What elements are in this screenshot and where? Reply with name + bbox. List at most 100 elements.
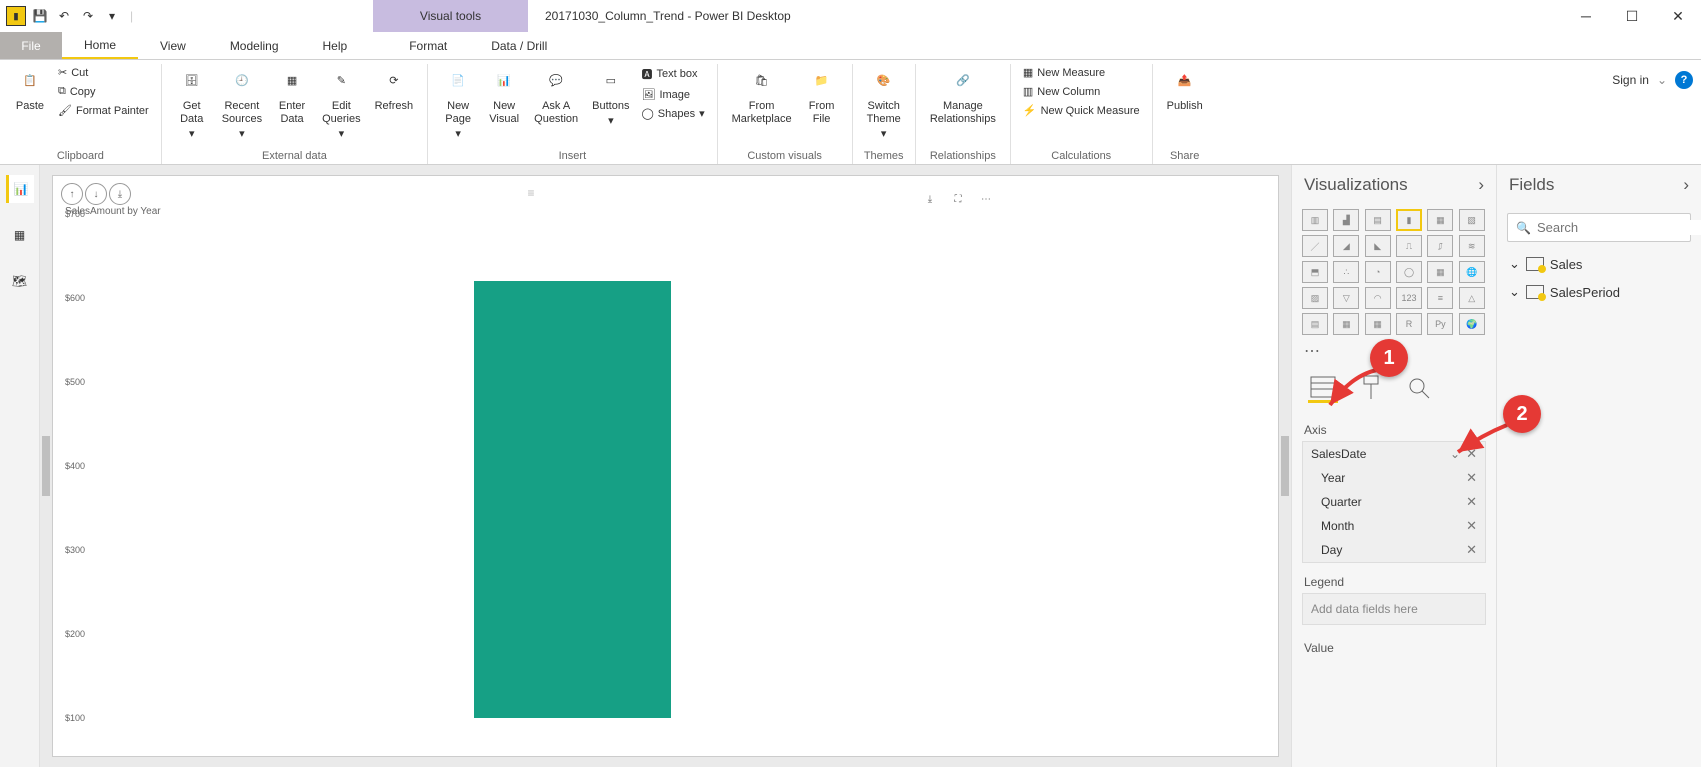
minimize-button[interactable]: ─ <box>1563 0 1609 32</box>
axis-field-day[interactable]: Day✕ <box>1303 538 1485 562</box>
remove-field-icon[interactable]: ✕ <box>1466 494 1477 510</box>
canvas-grip-left[interactable] <box>42 436 50 496</box>
viz-scatter[interactable]: ∴ <box>1333 261 1359 283</box>
viz-gauge[interactable]: ◠ <box>1365 287 1391 309</box>
export-data-icon[interactable]: ⤓ <box>919 188 941 210</box>
tab-data-drill[interactable]: Data / Drill <box>469 32 569 59</box>
viz-clustered-bar[interactable]: ▤ <box>1365 209 1391 231</box>
more-options-icon[interactable]: ⋯ <box>975 188 997 210</box>
undo-icon[interactable]: ↶ <box>54 6 74 26</box>
tab-file[interactable]: File <box>0 32 62 59</box>
expand-icon[interactable]: ⌄ <box>1509 284 1520 300</box>
column-chart-visual[interactable]: ↑ ↓ ⤓ ≡ ⤓ ⛶ ⋯ SalesAmount by Year $700 $… <box>61 182 1001 742</box>
remove-field-icon[interactable]: ✕ <box>1466 542 1477 558</box>
viz-treemap[interactable]: ▦ <box>1427 261 1453 283</box>
viz-stacked-column[interactable]: ▟ <box>1333 209 1359 231</box>
switch-theme-button[interactable]: 🎨Switch Theme▾ <box>861 64 907 144</box>
new-quick-measure-button[interactable]: ⚡New Quick Measure <box>1019 102 1144 119</box>
enter-data-button[interactable]: ▦Enter Data <box>270 64 314 128</box>
viz-filled-map[interactable]: ▨ <box>1302 287 1328 309</box>
tab-home[interactable]: Home <box>62 32 138 59</box>
paste-button[interactable]: 📋 Paste <box>8 64 52 115</box>
field-table-sales[interactable]: ⌄ Sales <box>1497 250 1701 278</box>
viz-matrix[interactable]: ▦ <box>1365 313 1391 335</box>
tab-format[interactable]: Format <box>387 32 469 59</box>
copy-button[interactable]: ⧉Copy <box>54 83 153 100</box>
viz-card[interactable]: 123 <box>1396 287 1422 309</box>
edit-queries-button[interactable]: ✎Edit Queries▾ <box>316 64 367 144</box>
redo-icon[interactable]: ↷ <box>78 6 98 26</box>
fields-search[interactable]: 🔍 <box>1507 213 1691 242</box>
viz-donut[interactable]: ◯ <box>1396 261 1422 283</box>
text-box-button[interactable]: 🅰Text box <box>637 64 708 84</box>
focus-mode-icon[interactable]: ⛶ <box>947 188 969 210</box>
viz-r[interactable]: R <box>1396 313 1422 335</box>
manage-relationships-button[interactable]: 🔗Manage Relationships <box>924 64 1002 128</box>
save-icon[interactable]: 💾 <box>30 6 50 26</box>
from-marketplace-button[interactable]: 🛍From Marketplace <box>726 64 798 128</box>
viz-table[interactable]: ▦ <box>1333 313 1359 335</box>
collapse-pane-icon[interactable]: › <box>1478 175 1484 195</box>
from-file-button[interactable]: 📁From File <box>800 64 844 128</box>
get-data-button[interactable]: 🗄Get Data▾ <box>170 64 214 144</box>
buttons-button[interactable]: ▭Buttons▾ <box>586 64 635 130</box>
fields-search-input[interactable] <box>1537 220 1701 235</box>
drill-down-button[interactable]: ↓ <box>85 183 107 205</box>
help-icon[interactable]: ? <box>1675 71 1693 89</box>
viz-pie[interactable]: ◔ <box>1365 261 1391 283</box>
axis-field-month[interactable]: Month✕ <box>1303 514 1485 538</box>
analytics-tab[interactable] <box>1404 373 1434 403</box>
viz-funnel[interactable]: ▽ <box>1333 287 1359 309</box>
viz-arcgis[interactable]: 🌍 <box>1459 313 1485 335</box>
maximize-button[interactable]: ☐ <box>1609 0 1655 32</box>
viz-slicer[interactable]: ▤ <box>1302 313 1328 335</box>
tab-help[interactable]: Help <box>301 32 370 59</box>
tab-view[interactable]: View <box>138 32 208 59</box>
chart-bar[interactable] <box>474 281 671 718</box>
viz-multi-row-card[interactable]: ≡ <box>1427 287 1453 309</box>
report-view-button[interactable]: 📊 <box>6 175 34 203</box>
drill-up-button[interactable]: ↑ <box>61 183 83 205</box>
image-button[interactable]: 🖼Image <box>637 86 708 103</box>
model-view-button[interactable]: 🗺 <box>6 267 34 295</box>
chevron-down-icon[interactable]: ⌄ <box>1657 73 1667 87</box>
viz-map[interactable]: 🌐 <box>1459 261 1485 283</box>
expand-icon[interactable]: ⌄ <box>1509 256 1520 272</box>
legend-field-well[interactable]: Add data fields here <box>1302 593 1486 625</box>
collapse-pane-icon[interactable]: › <box>1683 175 1689 195</box>
viz-ribbon[interactable]: ≋ <box>1459 235 1485 257</box>
ask-question-button[interactable]: 💬Ask A Question <box>528 64 584 128</box>
viz-waterfall[interactable]: ⬒ <box>1302 261 1328 283</box>
tab-modeling[interactable]: Modeling <box>208 32 301 59</box>
viz-100-stacked-column[interactable]: ▧ <box>1459 209 1485 231</box>
expand-all-button[interactable]: ⤓ <box>109 183 131 205</box>
viz-area[interactable]: ◢ <box>1333 235 1359 257</box>
field-table-salesperiod[interactable]: ⌄ SalesPeriod <box>1497 278 1701 306</box>
viz-100-stacked-bar[interactable]: ▦ <box>1427 209 1453 231</box>
qat-more-icon[interactable]: ▾ <box>102 6 122 26</box>
format-painter-button[interactable]: 🖌Format Painter <box>54 102 153 119</box>
viz-line[interactable]: ／ <box>1302 235 1328 257</box>
recent-sources-button[interactable]: 🕘Recent Sources▾ <box>216 64 268 144</box>
remove-field-icon[interactable]: ✕ <box>1466 518 1477 534</box>
new-measure-button[interactable]: ▦New Measure <box>1019 64 1144 81</box>
visual-drag-handle-icon[interactable]: ≡ <box>527 186 534 200</box>
viz-kpi[interactable]: △ <box>1459 287 1485 309</box>
viz-stacked-bar[interactable]: ▥ <box>1302 209 1328 231</box>
viz-line-stacked-column[interactable]: ⎍ <box>1396 235 1422 257</box>
sign-in-link[interactable]: Sign in <box>1612 73 1649 87</box>
canvas-grip-right[interactable] <box>1281 436 1289 496</box>
new-column-button[interactable]: ▥New Column <box>1019 83 1144 100</box>
data-view-button[interactable]: ▦ <box>6 221 34 249</box>
viz-line-clustered-column[interactable]: ⎎ <box>1427 235 1453 257</box>
axis-field-year[interactable]: Year✕ <box>1303 466 1485 490</box>
refresh-button[interactable]: ⟳Refresh <box>369 64 420 115</box>
new-page-button[interactable]: 📄New Page▾ <box>436 64 480 144</box>
axis-field-quarter[interactable]: Quarter✕ <box>1303 490 1485 514</box>
viz-stacked-area[interactable]: ◣ <box>1365 235 1391 257</box>
report-canvas[interactable]: ↑ ↓ ⤓ ≡ ⤓ ⛶ ⋯ SalesAmount by Year $700 $… <box>52 175 1279 757</box>
cut-button[interactable]: ✂Cut <box>54 64 153 81</box>
close-button[interactable]: ✕ <box>1655 0 1701 32</box>
remove-field-icon[interactable]: ✕ <box>1466 470 1477 486</box>
new-visual-button[interactable]: 📊New Visual <box>482 64 526 128</box>
